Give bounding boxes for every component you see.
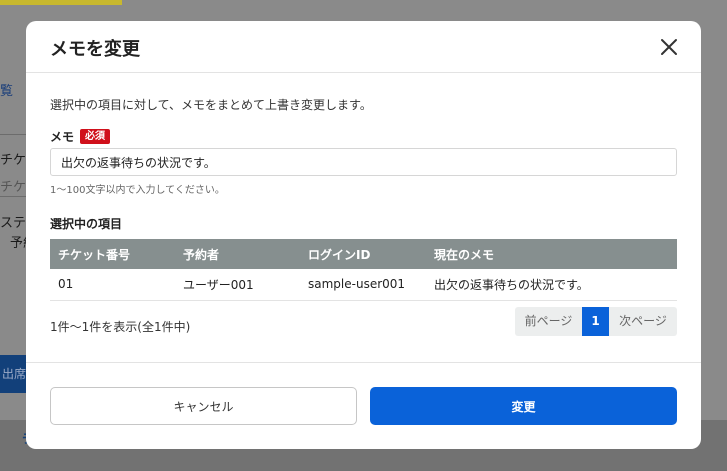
dialog-header: メモを変更 (26, 21, 701, 73)
memo-input[interactable] (50, 148, 677, 176)
close-icon (661, 39, 677, 55)
selected-items-title: 選択中の項目 (50, 217, 123, 231)
dialog-description: 選択中の項目に対して、メモをまとめて上書き変更します。 (50, 98, 372, 112)
close-button[interactable] (659, 37, 679, 57)
column-header-ticket-number: チケット番号 (50, 239, 175, 269)
footer-divider (26, 362, 701, 363)
background-accent-bar (0, 0, 122, 5)
table-header-row: チケット番号 予約者 ログインID 現在のメモ (50, 239, 677, 269)
dialog-title: メモを変更 (50, 39, 140, 60)
required-badge: 必須 (80, 129, 111, 144)
cell-login-id: sample-user001 (300, 269, 426, 301)
selected-items-table: チケット番号 予約者 ログインID 現在のメモ 01 ユーザー001 sampl… (50, 239, 677, 301)
prev-page-button[interactable]: 前ページ (515, 307, 582, 336)
column-header-login-id: ログインID (300, 239, 426, 269)
memo-label-row: メモ 必須 (50, 128, 111, 145)
background-fragment: チケ (0, 180, 27, 195)
memo-label: メモ (50, 130, 75, 144)
table-row: 01 ユーザー001 sample-user001 出欠の返事待ちの状況です。 (50, 269, 677, 301)
memo-hint: 1〜100文字以内で入力してください。 (50, 185, 225, 196)
result-count: 1件〜1件を表示(全1件中) (50, 320, 191, 334)
cell-ticket-number: 01 (50, 269, 175, 301)
edit-memo-dialog: メモを変更 選択中の項目に対して、メモをまとめて上書き変更します。 メモ 必須 … (26, 21, 701, 449)
submit-button[interactable]: 変更 (370, 387, 677, 425)
cell-reserver: ユーザー001 (175, 269, 300, 301)
cell-current-memo: 出欠の返事待ちの状況です。 (426, 269, 677, 301)
column-header-current-memo: 現在のメモ (426, 239, 677, 269)
background-fragment: 覧 (0, 84, 14, 99)
pagination: 前ページ 1 次ページ (515, 307, 677, 336)
cancel-button[interactable]: キャンセル (50, 387, 357, 425)
next-page-button[interactable]: 次ページ (609, 307, 677, 336)
column-header-reserver: 予約者 (175, 239, 300, 269)
page-number-current[interactable]: 1 (582, 307, 609, 336)
